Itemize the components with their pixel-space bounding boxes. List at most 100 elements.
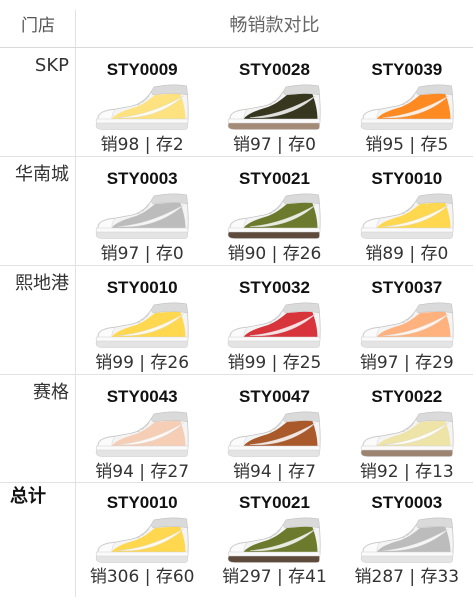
shoe-midsole (360, 227, 454, 233)
product-cell: STY0010 销89 | 存0 (341, 157, 473, 265)
shoe-midsole (96, 227, 189, 233)
total-row: 总计 STY0010 销306 | 存60 STY0021 销297 | 存41… (0, 483, 473, 597)
sales-stock-text: 销97 | 存0 (100, 244, 184, 264)
style-code: STY0010 (106, 278, 178, 297)
store-column-header: 门店 (0, 0, 76, 47)
shoe-collar (415, 302, 453, 314)
shoe-collar (415, 411, 453, 423)
store-row: 华南城 STY0003 销97 | 存0 STY0021 销90 | 存26 S… (0, 157, 473, 266)
shoe-collar (150, 517, 188, 529)
style-code: STY0010 (106, 493, 178, 512)
style-code: STY0043 (106, 387, 178, 406)
shoe-collar (283, 411, 321, 423)
shoe-collar (150, 193, 188, 205)
shoe-image (359, 517, 455, 563)
style-code: STY0037 (371, 278, 443, 297)
shoe-midsole (360, 445, 454, 451)
sneaker-drawing (95, 193, 189, 239)
sales-stock-text: 销99 | 存25 (227, 353, 322, 373)
shoe-midsole (360, 551, 454, 557)
store-name: 赛格 (0, 375, 76, 482)
shoe-midsole (228, 336, 321, 342)
shoe-midsole (228, 445, 321, 451)
shoe-image (226, 411, 322, 457)
total-label: 总计 (0, 483, 76, 597)
sneaker-drawing (360, 517, 454, 563)
shoe-image (226, 302, 322, 348)
sneaker-drawing (228, 302, 322, 348)
shoe-midsole (96, 336, 189, 342)
product-cell: STY0043 销94 | 存27 (76, 375, 208, 482)
shoe-midsole (360, 118, 454, 124)
sales-stock-text: 销297 | 存41 (222, 567, 327, 587)
sneaker-drawing (360, 84, 454, 130)
product-cell: STY0010 销306 | 存60 (76, 483, 208, 597)
table-header: 门店 畅销款对比 (0, 0, 473, 48)
sales-stock-text: 销97 | 存29 (359, 353, 454, 373)
sneaker-drawing (228, 193, 322, 239)
shoe-image (359, 193, 455, 239)
style-code: STY0010 (371, 169, 443, 188)
shoe-collar (283, 302, 321, 314)
style-code: STY0003 (106, 169, 178, 188)
style-code: STY0028 (239, 60, 310, 79)
store-row: SKP STY0009 销98 | 存2 STY0028 销97 | 存0 ST… (0, 48, 473, 157)
shoe-collar (283, 84, 321, 96)
style-code: STY0003 (371, 493, 443, 512)
style-code: STY0039 (371, 60, 443, 79)
sneaker-drawing (360, 302, 454, 348)
product-cell: STY0009 销98 | 存2 (76, 48, 208, 156)
sales-stock-text: 销98 | 存2 (100, 135, 184, 155)
shoe-midsole (228, 227, 321, 233)
shoe-image (226, 517, 322, 563)
store-row: 熙地港 STY0010 销99 | 存26 STY0032 销99 | 存25 … (0, 266, 473, 375)
sales-stock-text: 销94 | 存27 (95, 462, 190, 482)
style-code: STY0022 (371, 387, 443, 406)
store-name: 熙地港 (0, 266, 76, 374)
style-code: STY0009 (106, 60, 178, 79)
product-cell: STY0021 销297 | 存41 (208, 483, 340, 597)
shoe-collar (283, 193, 321, 205)
sneaker-drawing (95, 84, 189, 130)
shoe-midsole (96, 551, 189, 557)
shoe-midsole (96, 445, 189, 451)
product-cell: STY0010 销99 | 存26 (76, 266, 208, 374)
sales-stock-text: 销94 | 存7 (233, 462, 316, 482)
product-cell: STY0037 销97 | 存29 (341, 266, 473, 374)
product-cell: STY0003 销287 | 存33 (341, 483, 473, 597)
shoe-midsole (228, 551, 321, 557)
sneaker-drawing (228, 84, 322, 130)
shoe-midsole (96, 118, 189, 124)
sneaker-drawing (228, 411, 322, 457)
shoe-image (359, 84, 455, 130)
sales-stock-text: 销97 | 存0 (233, 135, 316, 155)
bestseller-comparison-table: 门店 畅销款对比 SKP STY0009 销98 | 存2 STY0028 销9… (0, 0, 473, 597)
sneaker-drawing (95, 302, 189, 348)
shoe-image (226, 193, 322, 239)
sneaker-drawing (360, 193, 454, 239)
product-list: STY0010 销99 | 存26 STY0032 销99 | 存25 STY0… (76, 266, 473, 374)
sales-stock-text: 销306 | 存60 (89, 567, 195, 587)
shoe-image (94, 517, 190, 563)
sneaker-drawing (360, 411, 454, 457)
shoe-image (359, 302, 455, 348)
shoe-collar (150, 411, 188, 423)
shoe-collar (283, 517, 321, 529)
shoe-image (226, 84, 322, 130)
store-name: SKP (0, 48, 76, 156)
store-name: 华南城 (0, 157, 76, 265)
style-code: STY0047 (239, 387, 310, 406)
product-cell: STY0003 销97 | 存0 (76, 157, 208, 265)
sales-stock-text: 销95 | 存5 (365, 135, 449, 155)
store-row: 赛格 STY0043 销94 | 存27 STY0047 销94 | 存7 ST… (0, 375, 473, 483)
shoe-image (94, 302, 190, 348)
product-list: STY0009 销98 | 存2 STY0028 销97 | 存0 STY003… (76, 48, 473, 156)
sales-stock-text: 销92 | 存13 (359, 462, 454, 482)
sales-stock-text: 销99 | 存26 (95, 353, 190, 373)
style-code: STY0032 (239, 278, 310, 297)
product-cell: STY0032 销99 | 存25 (208, 266, 340, 374)
shoe-midsole (228, 118, 321, 124)
sneaker-drawing (95, 411, 189, 457)
comparison-column-header: 畅销款对比 (229, 14, 320, 36)
sneaker-drawing (95, 517, 189, 563)
